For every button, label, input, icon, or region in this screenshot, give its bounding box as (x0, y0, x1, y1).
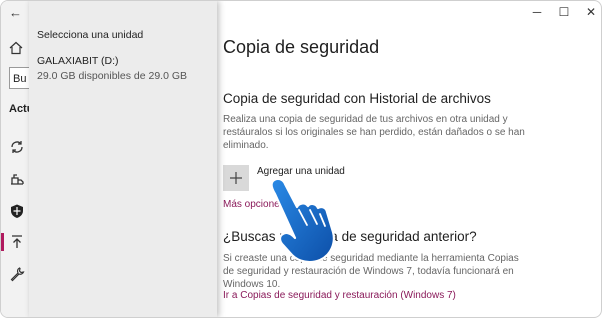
drive-free-space: 29.0 GB disponibles de 29.0 GB (37, 70, 188, 82)
maximize-button[interactable]: ☐ (556, 5, 572, 19)
pointing-hand-icon (270, 177, 335, 264)
close-button[interactable]: ✕ (583, 5, 599, 19)
sync-icon[interactable] (9, 139, 25, 155)
file-history-heading: Copia de seguridad con Historial de arch… (223, 91, 491, 106)
older-backup-heading: ¿Buscas una copia de seguridad anterior? (223, 229, 477, 244)
home-icon[interactable] (9, 41, 23, 55)
nav-selection-indicator (1, 233, 4, 251)
back-button[interactable]: ← (9, 5, 22, 20)
add-drive-button[interactable] (223, 165, 249, 191)
shield-icon[interactable] (9, 203, 25, 219)
plus-icon (230, 172, 242, 184)
windows7-backup-link[interactable]: Ir a Copias de seguridad y restauración … (223, 290, 456, 301)
drive-option[interactable]: GALAXIABIT (D:) 29.0 GB disponibles de 2… (29, 49, 217, 85)
flyout-title: Selecciona una unidad (37, 29, 144, 41)
file-history-description: Realiza una copia de seguridad de tus ar… (223, 114, 525, 151)
drive-name: GALAXIABIT (D:) (37, 55, 119, 67)
add-drive-label[interactable]: Agregar una unidad (257, 166, 345, 177)
wrench-icon[interactable] (9, 266, 25, 282)
backup-icon[interactable] (9, 234, 25, 250)
settings-window: ← Bu Actu ─ ☐ ✕ Copia de seguridad Copia… (0, 0, 602, 318)
delivery-icon[interactable] (9, 171, 25, 187)
minimize-button[interactable]: ─ (529, 5, 545, 19)
page-title: Copia de seguridad (223, 37, 380, 57)
drive-select-flyout: Selecciona una unidad GALAXIABIT (D:) 29… (29, 1, 217, 317)
